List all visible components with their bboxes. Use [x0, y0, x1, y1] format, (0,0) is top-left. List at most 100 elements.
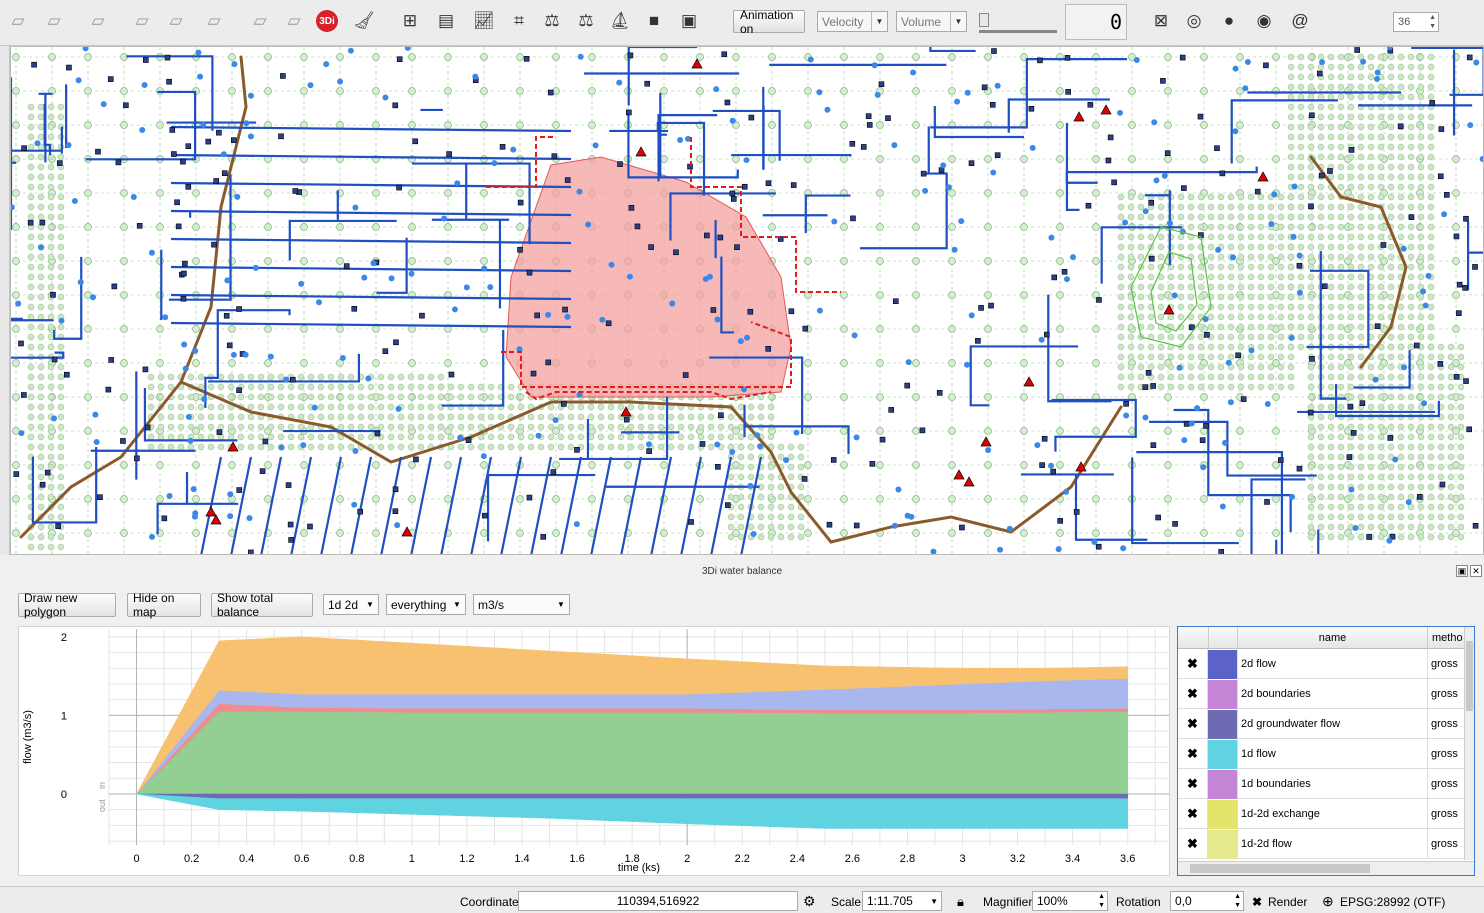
threedi-icon[interactable]: 3Di	[316, 10, 338, 32]
clear-cache-icon[interactable]: 🧹︎	[350, 6, 378, 36]
row-method: gross	[1430, 679, 1466, 709]
legend-row[interactable]: ✖ 2d flow gross	[1178, 649, 1466, 679]
spiral-icon[interactable]: @	[1286, 6, 1314, 36]
x-tick-label: 1	[409, 853, 415, 865]
add-results-icon[interactable]: ⊞	[396, 6, 424, 36]
x-tick-label: 3	[959, 853, 965, 865]
row-checkbox[interactable]: ✖	[1178, 679, 1208, 709]
draw-polygon-button[interactable]: Draw new polygon	[18, 591, 116, 619]
statistics-icon[interactable]: ▱	[280, 6, 308, 36]
mode-select-value: 1d 2d	[328, 597, 359, 612]
magnifier-label: Magnifier	[983, 894, 1033, 909]
y-tick-label: 0	[61, 789, 67, 801]
vscroll-thumb[interactable]	[1466, 641, 1473, 711]
select-polygon-icon[interactable]: ▱	[4, 6, 32, 36]
row-checkbox[interactable]: ✖	[1178, 739, 1208, 769]
legend-vscrollbar[interactable]	[1464, 627, 1474, 860]
water-balance-chart[interactable]: 0 0.2 0.4 0.6 0.8 1 1.2 1.4 1.6 1.8 2 2.2 2.4 2.6 2.8 3…	[18, 626, 1170, 876]
circle-icon[interactable]: ●	[1215, 6, 1243, 36]
graph-icon[interactable]: 📈︎	[470, 6, 498, 36]
target-icon[interactable]: ◎	[1180, 6, 1208, 36]
legend-hscrollbar[interactable]	[1178, 861, 1474, 875]
render-label: Render	[1268, 894, 1308, 909]
row-color-swatch	[1208, 649, 1238, 679]
row-name: 1d boundaries	[1238, 769, 1428, 799]
volume-select-label: Volume	[901, 14, 942, 29]
x-tick-label: 2.4	[790, 853, 805, 865]
legend-row[interactable]: ✖ 2d boundaries gross	[1178, 679, 1466, 709]
water-balance-icon[interactable]: ⚖	[538, 6, 566, 36]
legend-row[interactable]: ✖ 1d flow gross	[1178, 739, 1466, 769]
identify-icon[interactable]: ▱	[200, 6, 228, 36]
boundary-icon[interactable]: ⛵︎	[606, 6, 634, 36]
row-checkbox[interactable]: ✖	[1178, 769, 1208, 799]
crs-label[interactable]: EPSG:28992 (OTF)	[1340, 892, 1445, 911]
hscroll-thumb[interactable]	[1190, 864, 1370, 873]
row-method: gross	[1430, 709, 1466, 739]
row-checkbox[interactable]: ✖	[1178, 829, 1208, 859]
mouse-toggle-icon[interactable]: ⚙	[803, 892, 816, 911]
chevron-down-icon: ▼	[930, 896, 938, 906]
legend-row[interactable]: ✖ 2d groundwater flow gross	[1178, 709, 1466, 739]
coordinate-field[interactable]: 110394,516922	[518, 891, 798, 911]
filter-select[interactable]: everything ▼	[386, 594, 466, 615]
scale-label: Scale	[831, 894, 862, 909]
mode-select[interactable]: 1d 2d ▼	[323, 594, 379, 615]
square-cross-icon[interactable]: ⊠	[1147, 6, 1175, 36]
animation-toggle-button[interactable]: Animation on	[733, 8, 805, 36]
magnifier-field[interactable]: 100% ▲ ▼	[1032, 891, 1108, 911]
animation-slider[interactable]	[979, 12, 1061, 33]
lock-icon[interactable]: 🔒︎	[957, 892, 964, 911]
close-dock-icon[interactable]: ✕	[1470, 565, 1482, 577]
circle-outline-icon[interactable]: ◉	[1250, 6, 1278, 36]
square-dot-icon[interactable]: ▣	[675, 6, 703, 36]
rotation-field[interactable]: 0,0 ▲ ▼	[1170, 891, 1244, 911]
scale-field[interactable]: 1:11.705 ▼	[862, 891, 942, 911]
header-method[interactable]: metho	[1430, 627, 1466, 649]
sideview-icon[interactable]: ▤	[432, 6, 460, 36]
chart-svg: 0 0.2 0.4 0.6 0.8 1 1.2 1.4 1.6 1.8 2 2.2 2.4 2.6 2.8 3…	[22, 629, 1169, 874]
select-radius-icon[interactable]: ▱	[84, 6, 112, 36]
deselect-icon[interactable]: ▱	[162, 6, 190, 36]
unit-select[interactable]: m3/s ▼	[473, 594, 570, 615]
spin-arrows-icon[interactable]: ▲ ▼	[1234, 892, 1241, 910]
float-dock-icon[interactable]: ▣	[1456, 565, 1468, 577]
hide-on-map-button[interactable]: Hide on map	[127, 591, 201, 619]
render-checkbox[interactable]: ✖	[1252, 892, 1262, 911]
row-checkbox[interactable]: ✖	[1178, 649, 1208, 679]
weighing-icon[interactable]: ⚖	[572, 6, 600, 36]
square-icon[interactable]: ■	[640, 6, 668, 36]
chevron-down-icon: ▼	[366, 600, 374, 609]
header-name[interactable]: name	[1238, 627, 1428, 649]
row-name: 1d-2d exchange	[1238, 799, 1428, 829]
select-location-icon[interactable]: ▱	[128, 6, 156, 36]
crs-icon[interactable]: ⊕	[1322, 892, 1334, 911]
row-checkbox[interactable]: ✖	[1178, 709, 1208, 739]
row-checkbox[interactable]: ✖	[1178, 799, 1208, 829]
legend-row[interactable]: ✖ 1d-2d exchange gross	[1178, 799, 1466, 829]
legend-row[interactable]: ✖ 1d-2d flow gross	[1178, 829, 1466, 859]
row-color-swatch	[1208, 799, 1238, 829]
spin-arrows-icon[interactable]: ▲ ▼	[1098, 892, 1105, 910]
scale-value: 1:11.705	[867, 894, 913, 908]
filter-select-value: everything	[391, 597, 447, 612]
map-animation-icon[interactable]: ⌗	[505, 6, 533, 36]
row-color-swatch	[1208, 709, 1238, 739]
x-tick-label: 0.2	[184, 853, 199, 865]
volume-select[interactable]: Volume ▼	[896, 11, 967, 32]
select-freehand-icon[interactable]: ▱	[40, 6, 68, 36]
x-tick-label: 2.6	[845, 853, 860, 865]
slider-handle[interactable]	[979, 13, 989, 27]
map-canvas[interactable]	[10, 46, 1484, 555]
show-total-balance-button[interactable]: Show total balance	[211, 591, 313, 619]
spin-box[interactable]: 36 ▲ ▼	[1393, 12, 1439, 32]
x-tick-label: 1.4	[514, 853, 529, 865]
measure-icon[interactable]: ▱	[246, 6, 274, 36]
x-tick-label: 0	[133, 853, 139, 865]
spin-arrows-icon[interactable]: ▲ ▼	[1429, 13, 1436, 31]
legend-row[interactable]: ✖ 1d boundaries gross	[1178, 769, 1466, 799]
velocity-select[interactable]: Velocity ▼	[817, 11, 888, 32]
swatch-fill	[1208, 709, 1237, 739]
magnifier-value: 100%	[1037, 894, 1068, 908]
main-toolbar: ▱ ▱ ▱ ▱ ▱ ▱ ▱ ▱ 3Di 🧹︎ ⊞ ▤ 📈︎ ⌗ ⚖ ⚖ ⛵︎ ■ ▣ ⊠ ◎ ● ◉ @ Animation …	[0, 0, 1484, 46]
